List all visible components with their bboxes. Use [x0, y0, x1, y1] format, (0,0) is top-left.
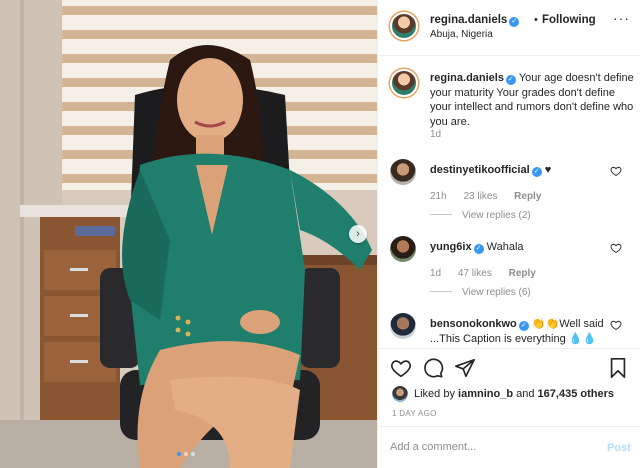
comment-avatar[interactable]: [390, 313, 416, 339]
next-photo-button[interactable]: ›: [349, 225, 367, 243]
reply-button[interactable]: Reply: [509, 268, 536, 279]
verified-badge-icon: ✓: [531, 167, 542, 177]
post-timestamp[interactable]: 1 DAY AGO: [392, 409, 437, 418]
instagram-post: › regina.daniels ✓ • Following Abuja, Nig…: [0, 0, 640, 468]
post-comment-button[interactable]: Post: [607, 442, 631, 454]
separator-dot: •: [534, 14, 538, 26]
like-comment-heart-icon[interactable]: [610, 319, 622, 331]
liker-avatar: [392, 386, 408, 402]
view-replies-label[interactable]: View replies (2): [462, 210, 531, 221]
comment-likes[interactable]: 47 likes: [458, 268, 492, 279]
post-actions: Liked by iamnino_b and 167,435 others 1 …: [378, 348, 640, 438]
comment-bubble-icon[interactable]: [422, 357, 444, 379]
add-comment-bar: Post: [378, 426, 640, 468]
carousel-indicator: [177, 452, 195, 456]
comment-username[interactable]: bensonokonkwo: [430, 318, 517, 330]
comment-input[interactable]: [390, 441, 590, 453]
comment-body: Wahala: [486, 241, 524, 253]
post-photo[interactable]: ›: [0, 0, 377, 468]
like-comment-heart-icon[interactable]: [610, 242, 622, 254]
comment-text: bensonokonkwo ✓ 👏👏Well said ...This Capti…: [430, 317, 610, 346]
like-comment-heart-icon[interactable]: [610, 165, 622, 177]
carousel-dot: [177, 452, 181, 456]
view-replies-label[interactable]: View replies (6): [462, 287, 531, 298]
view-replies-button[interactable]: View replies (2): [430, 210, 531, 221]
caption-time[interactable]: 1d: [430, 129, 441, 140]
comment-body: ♥: [544, 164, 552, 176]
following-button[interactable]: Following: [542, 14, 596, 26]
chevron-right-icon: ›: [356, 228, 360, 240]
comment-username[interactable]: yung6ix: [430, 241, 472, 253]
comment-time[interactable]: 1d: [430, 268, 441, 279]
verified-badge-icon: ✓: [518, 321, 529, 331]
author-username[interactable]: regina.daniels ✓: [430, 14, 520, 27]
verified-badge-icon: ✓: [473, 244, 484, 254]
caption-avatar[interactable]: [390, 69, 418, 97]
comment-likes[interactable]: 23 likes: [463, 191, 497, 202]
verified-badge-icon: ✓: [505, 75, 516, 85]
likes-prefix: Liked by: [414, 388, 455, 400]
more-options-icon[interactable]: ···: [613, 10, 630, 26]
likes-count[interactable]: 167,435 others: [538, 388, 614, 400]
photo-illustration: [0, 0, 377, 468]
post-location[interactable]: Abuja, Nigeria: [430, 29, 493, 40]
reply-button[interactable]: Reply: [514, 191, 541, 202]
comments-list[interactable]: regina.daniels ✓ Your age doesn't define …: [378, 57, 640, 348]
author-avatar[interactable]: [390, 12, 418, 40]
save-bookmark-icon[interactable]: [607, 357, 629, 379]
view-replies-button[interactable]: View replies (6): [430, 287, 531, 298]
author-username-text[interactable]: regina.daniels: [430, 14, 507, 26]
caption-username[interactable]: regina.daniels: [430, 72, 504, 84]
carousel-dot: [184, 452, 188, 456]
replies-line: [430, 291, 452, 292]
verified-badge-icon: ✓: [509, 17, 520, 27]
like-heart-icon[interactable]: [390, 357, 412, 379]
comment-avatar[interactable]: [390, 159, 416, 185]
caption-text: regina.daniels ✓ Your age doesn't define …: [430, 71, 638, 129]
comment-meta: 21h 23 likes Reply: [430, 191, 555, 202]
comment-text: yung6ix ✓ Wahala: [430, 240, 610, 255]
post-header: regina.daniels ✓ • Following Abuja, Niger…: [378, 0, 640, 56]
comment-avatar[interactable]: [390, 236, 416, 262]
comment-username[interactable]: destinyetikoofficial: [430, 164, 530, 176]
post-sidebar: regina.daniels ✓ • Following Abuja, Niger…: [377, 0, 640, 468]
likes-summary[interactable]: Liked by iamnino_b and 167,435 others: [392, 386, 614, 402]
share-send-icon[interactable]: [454, 357, 476, 379]
likes-and: and: [516, 388, 535, 400]
comment-text: destinyetikoofficial ✓ ♥: [430, 163, 610, 178]
replies-line: [430, 214, 452, 215]
comment-time[interactable]: 21h: [430, 191, 447, 202]
liker-username[interactable]: iamnino_b: [458, 388, 513, 400]
carousel-dot: [191, 452, 195, 456]
comment-meta: 1d 47 likes Reply: [430, 268, 550, 279]
